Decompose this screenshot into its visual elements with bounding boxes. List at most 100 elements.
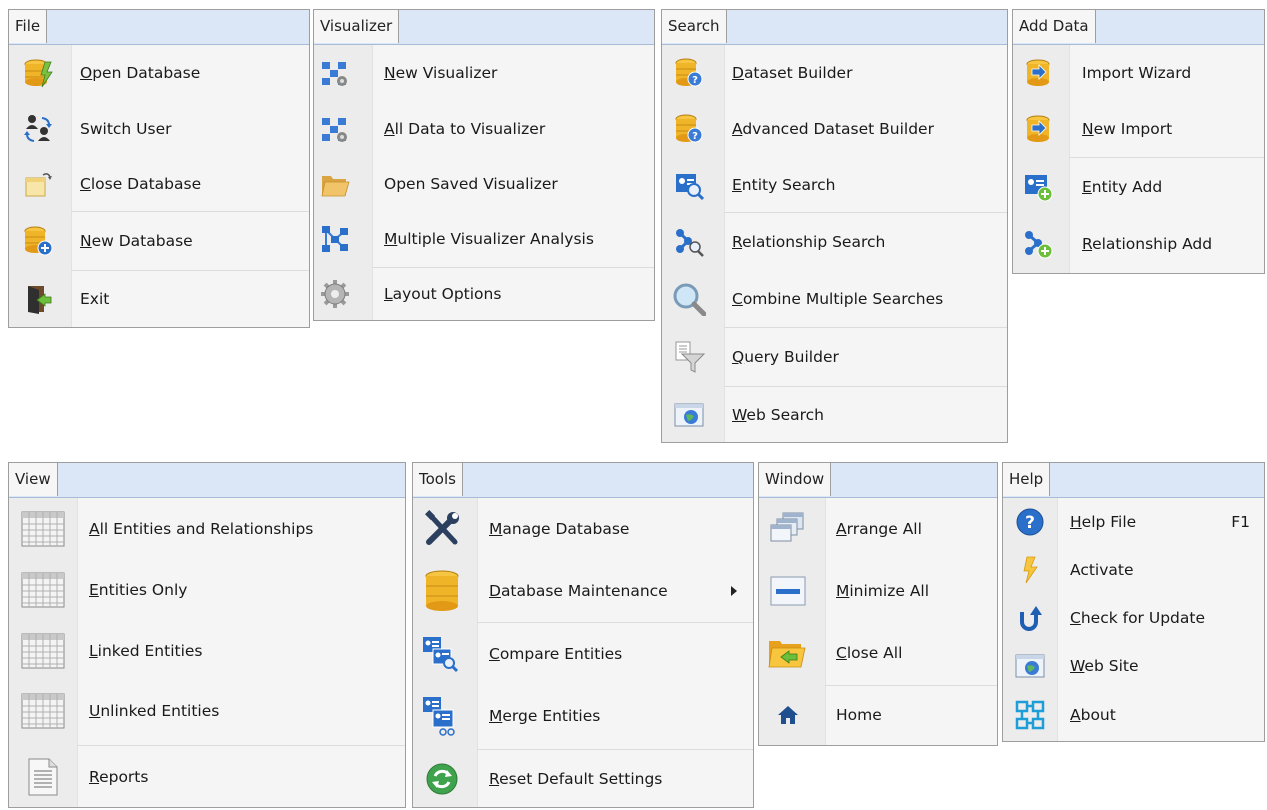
menu-item-label: Compare Entities [489, 645, 623, 663]
menu-item-about[interactable]: About [1003, 690, 1264, 740]
visualizer-network-icon [320, 114, 350, 144]
update-arrow-icon [1015, 603, 1045, 633]
menu-item-unlinked-entities[interactable]: Unlinked Entities [9, 681, 405, 741]
help-menu: Help ? Help File F1 Activate Check for U… [1002, 462, 1265, 742]
shortcut-label: F1 [1231, 513, 1250, 531]
tools-menu-title[interactable]: Tools [413, 463, 463, 496]
menu-item-combine-multiple-searches[interactable]: Combine Multiple Searches [662, 271, 1007, 327]
menu-item-advanced-dataset-builder[interactable]: ? Advanced Dataset Builder [662, 101, 1007, 157]
menu-item-new-visualizer[interactable]: New Visualizer [314, 45, 654, 101]
relationship-add-icon [1023, 229, 1053, 259]
multi-visualizer-icon [320, 224, 350, 254]
compare-entities-icon [421, 635, 459, 673]
menu-item-help-file[interactable]: ? Help File F1 [1003, 498, 1264, 546]
menu-item-label: About [1070, 706, 1116, 724]
relationship-search-icon [674, 227, 704, 257]
menu-item-open-database[interactable]: Open Database [9, 45, 309, 101]
web-icon [674, 400, 704, 430]
menu-item-manage-database[interactable]: Manage Database [413, 498, 753, 560]
menu-item-label: Unlinked Entities [89, 702, 220, 720]
tools-menu-header: Tools [413, 463, 753, 498]
menu-item-all-data-to-visualizer[interactable]: All Data to Visualizer [314, 101, 654, 157]
menu-item-close-all[interactable]: Close All [759, 622, 997, 683]
menu-item-merge-entities[interactable]: Merge Entities [413, 685, 753, 746]
search-menu-title[interactable]: Search [662, 10, 727, 43]
menu-item-arrange-all[interactable]: Arrange All [759, 498, 997, 560]
add-data-menu: Add Data Import Wizard New Import Entity… [1012, 9, 1265, 274]
view-menu-title[interactable]: View [9, 463, 58, 496]
menu-item-label: Open Saved Visualizer [384, 175, 558, 193]
menu-item-label: Combine Multiple Searches [732, 290, 944, 308]
menu-item-new-import[interactable]: New Import [1013, 101, 1264, 157]
search-menu-header: Search [662, 10, 1007, 45]
menu-item-new-database[interactable]: New Database [9, 212, 309, 270]
lightning-icon [1015, 555, 1045, 585]
menu-item-entity-search[interactable]: Entity Search [662, 157, 1007, 212]
web-icon [1015, 651, 1045, 681]
menu-item-label: Query Builder [732, 348, 839, 366]
menu-item-entities-only[interactable]: Entities Only [9, 559, 405, 620]
menu-item-label: Dataset Builder [732, 64, 853, 82]
menu-item-label: Multiple Visualizer Analysis [384, 230, 594, 248]
menu-item-dataset-builder[interactable]: ? Dataset Builder [662, 45, 1007, 101]
folder-icon [320, 169, 350, 199]
svg-text:?: ? [692, 75, 698, 86]
menu-item-exit[interactable]: Exit [9, 271, 309, 327]
submenu-arrow-icon [731, 586, 737, 596]
menu-item-open-saved-visualizer[interactable]: Open Saved Visualizer [314, 157, 654, 211]
menu-item-relationship-add[interactable]: Relationship Add [1013, 216, 1264, 272]
menu-item-label: Open Database [80, 64, 201, 82]
database-icon [423, 569, 461, 613]
menu-item-compare-entities[interactable]: Compare Entities [413, 623, 753, 685]
reset-icon [425, 762, 459, 796]
menu-item-reset-default-settings[interactable]: Reset Default Settings [413, 750, 753, 808]
menu-item-label: Minimize All [836, 582, 930, 600]
report-icon [27, 758, 59, 796]
menu-item-reports[interactable]: Reports [9, 746, 405, 807]
entity-add-icon [1023, 172, 1053, 202]
menu-item-label: Exit [80, 290, 110, 308]
new-database-icon [23, 226, 53, 256]
menu-item-label: Close All [836, 643, 903, 662]
menu-item-linked-entities[interactable]: Linked Entities [9, 620, 405, 681]
menu-item-activate[interactable]: Activate [1003, 546, 1264, 594]
menu-item-web-site[interactable]: Web Site [1003, 642, 1264, 690]
menu-item-switch-user[interactable]: Switch User [9, 101, 309, 157]
menu-item-check-for-update[interactable]: Check for Update [1003, 594, 1264, 642]
file-menu-title[interactable]: File [9, 10, 48, 43]
menu-item-label: Relationship Search [732, 233, 886, 251]
menu-item-label: Advanced Dataset Builder [732, 120, 934, 138]
menu-item-relationship-search[interactable]: Relationship Search [662, 213, 1007, 271]
menu-item-label: New Import [1082, 120, 1173, 138]
menu-item-label: Home [836, 706, 882, 724]
menu-item-database-maintenance[interactable]: Database Maintenance [413, 560, 753, 622]
grid-icon [21, 693, 65, 729]
grid-icon [21, 511, 65, 547]
view-menu: View All Entities and Relationships Enti… [8, 462, 406, 808]
add-data-menu-title[interactable]: Add Data [1013, 10, 1096, 43]
menu-item-label: Manage Database [489, 520, 630, 538]
database-question-icon: ? [674, 58, 704, 88]
window-menu-title[interactable]: Window [759, 463, 832, 496]
view-menu-header: View [9, 463, 405, 498]
switch-user-icon [23, 114, 53, 144]
menu-item-layout-options[interactable]: Layout Options [314, 268, 654, 320]
menu-item-import-wizard[interactable]: Import Wizard [1013, 45, 1264, 101]
menu-item-web-search[interactable]: Web Search [662, 387, 1007, 442]
menu-item-all-entities-and-relationships[interactable]: All Entities and Relationships [9, 498, 405, 559]
tools-icon [423, 510, 461, 548]
menu-item-label: Reports [89, 767, 149, 786]
menu-item-query-builder[interactable]: Query Builder [662, 328, 1007, 386]
menu-item-home[interactable]: Home [759, 686, 997, 744]
menu-item-label: New Database [80, 232, 193, 250]
menu-item-multiple-visualizer-analysis[interactable]: Multiple Visualizer Analysis [314, 211, 654, 267]
file-menu-header: File [9, 10, 309, 45]
import-icon [1023, 58, 1053, 88]
folder-arrow-icon [767, 636, 807, 670]
visualizer-menu-title[interactable]: Visualizer [314, 10, 400, 43]
import-icon [1023, 114, 1053, 144]
menu-item-minimize-all[interactable]: Minimize All [759, 560, 997, 622]
menu-item-close-database[interactable]: Close Database [9, 157, 309, 211]
help-menu-title[interactable]: Help [1003, 463, 1051, 496]
menu-item-entity-add[interactable]: Entity Add [1013, 158, 1264, 216]
